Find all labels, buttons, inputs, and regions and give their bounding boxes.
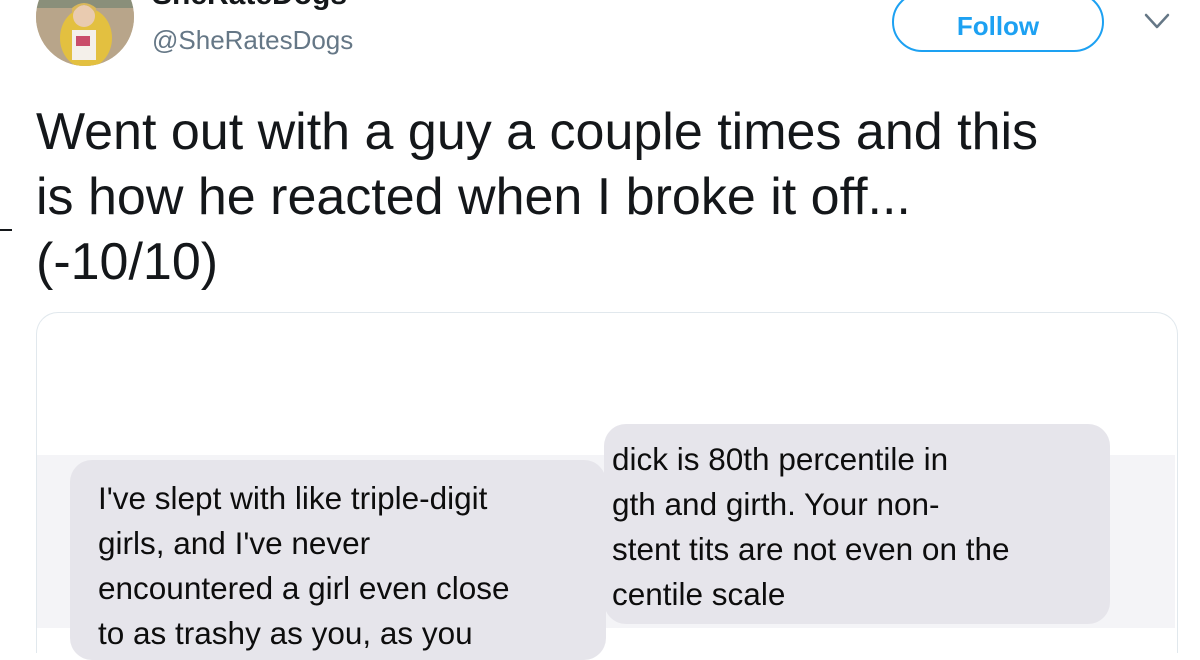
message-line: I've slept with like triple-digit [98,480,488,516]
tweet-text: Went out with a guy a couple times and t… [36,103,1039,291]
profile-photo-icon [36,0,134,66]
display-name[interactable]: SheRateDogs [152,0,347,12]
message-line: stent tits are not even on the [612,531,1010,567]
message-line: dick is 80th percentile in [612,441,949,477]
follow-button[interactable]: Follow [892,0,1104,52]
message-line: encountered a girl even close [98,570,510,606]
divider-mark [0,229,12,231]
message-bubble-right: dick is 80th percentile in gth and girth… [604,424,1110,624]
message-line: to as trashy as you, as you [98,615,473,651]
message-line: girls, and I've never [98,525,371,561]
message-bubble-left: I've slept with like triple-digit girls,… [70,460,606,660]
message-line: gth and girth. Your non- [612,486,940,522]
message-line: centile scale [612,576,786,612]
user-handle[interactable]: @SheRatesDogs [152,25,353,56]
chevron-down-icon[interactable] [1143,10,1171,32]
avatar[interactable] [36,0,134,66]
